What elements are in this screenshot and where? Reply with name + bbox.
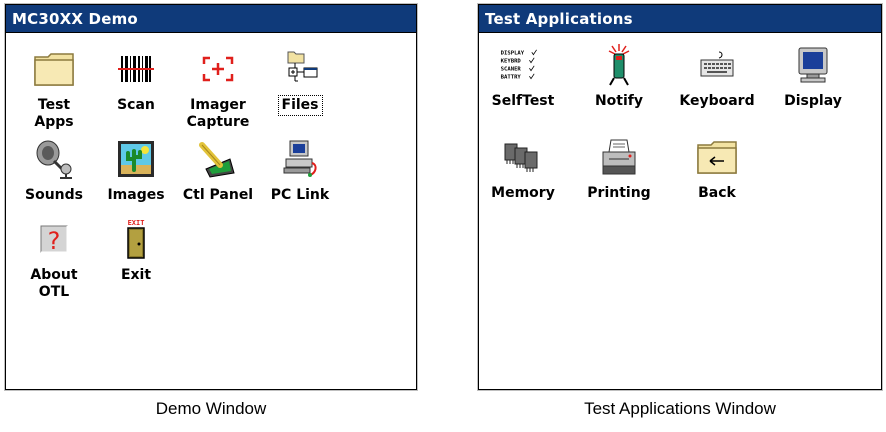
notify-beacon-icon [595, 41, 643, 89]
checklist-item-battry: BATTRY [501, 75, 522, 81]
sounds-shortcut[interactable]: Sounds [13, 135, 95, 204]
demo-window: MC30XX Demo Test Apps Scan Imager Captur… [4, 3, 418, 391]
exit-shortcut[interactable]: EXIT Exit [95, 215, 177, 284]
memory-chips-icon [499, 133, 547, 181]
files-label: Files [277, 95, 323, 116]
display-label: Display [784, 93, 842, 109]
images-shortcut[interactable]: Images [95, 135, 177, 204]
demo-window-title: MC30XX Demo [6, 5, 416, 33]
about-otl-label: About OTL [30, 267, 78, 300]
test-window-caption: Test Applications Window [584, 399, 776, 418]
files-tree-icon [276, 45, 324, 93]
keyboard-icon [693, 41, 741, 89]
pc-link-icon [276, 135, 324, 183]
cactus-image-icon [112, 135, 160, 183]
keyboard-shortcut[interactable]: Keyboard [676, 41, 758, 110]
test-apps-label: Test Apps [34, 97, 74, 130]
scan-label: Scan [117, 97, 155, 113]
control-panel-icon [194, 135, 242, 183]
barcode-scan-icon [112, 45, 160, 93]
back-shortcut[interactable]: Back [676, 133, 758, 202]
scan-shortcut[interactable]: Scan [95, 45, 177, 114]
printing-shortcut[interactable]: Printing [578, 133, 660, 202]
demo-window-caption: Demo Window [155, 399, 267, 418]
folder-icon [30, 45, 78, 93]
printer-icon [595, 133, 643, 181]
files-shortcut[interactable]: Files [259, 45, 341, 116]
selftest-shortcut[interactable]: DISPLAY KEYBRD SCANER BATTRY SelfTest [482, 41, 564, 110]
printing-label: Printing [587, 185, 651, 201]
notify-shortcut[interactable]: Notify [578, 41, 660, 110]
notify-label: Notify [594, 93, 644, 109]
exit-door-icon: EXIT [112, 215, 160, 263]
selftest-label: SelfTest [491, 93, 555, 109]
memory-shortcut[interactable]: Memory [482, 133, 564, 202]
selftest-checklist-icon: DISPLAY KEYBRD SCANER BATTRY [499, 41, 547, 89]
keyboard-label: Keyboard [679, 93, 755, 109]
svg-text:?: ? [48, 227, 61, 255]
checklist-item-scaner: SCANER [501, 67, 522, 73]
exit-sign-text: EXIT [128, 219, 145, 227]
sounds-label: Sounds [25, 187, 83, 203]
pc-link-label: PC Link [270, 187, 330, 203]
control-panel-label: Ctl Panel [182, 187, 254, 203]
exit-label: Exit [120, 267, 152, 283]
test-applications-window: Test Applications DISPLAY KEYBRD SCANER … [477, 3, 883, 391]
monitor-icon [789, 41, 837, 89]
back-label: Back [698, 185, 736, 201]
imager-capture-icon [194, 45, 242, 93]
checklist-item-keybrd: KEYBRD [501, 59, 522, 65]
test-window-title: Test Applications [479, 5, 881, 33]
question-mark-icon: ? [30, 215, 78, 263]
images-label: Images [107, 187, 165, 203]
display-shortcut[interactable]: Display [772, 41, 854, 110]
back-folder-icon [693, 133, 741, 181]
memory-label: Memory [491, 185, 555, 201]
about-otl-shortcut[interactable]: ? About OTL [13, 215, 95, 301]
test-apps-shortcut[interactable]: Test Apps [13, 45, 95, 131]
control-panel-shortcut[interactable]: Ctl Panel [177, 135, 259, 204]
imager-capture-shortcut[interactable]: Imager Capture [177, 45, 259, 131]
pc-link-shortcut[interactable]: PC Link [259, 135, 341, 204]
speaker-microphone-icon [30, 135, 78, 183]
imager-capture-label: Imager Capture [186, 97, 250, 130]
checklist-item-display: DISPLAY [501, 51, 525, 57]
